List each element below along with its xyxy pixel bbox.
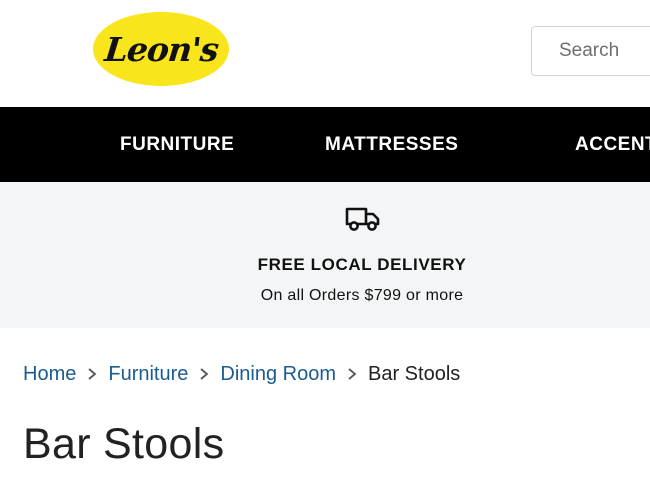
logo-text: Leon's: [102, 29, 220, 69]
main-nav: FURNITURE MATTRESSES ACCENTS: [0, 107, 650, 182]
breadcrumb-current: Bar Stools: [368, 362, 461, 385]
chevron-right-icon: [88, 368, 97, 380]
chevron-right-icon: [348, 368, 357, 380]
delivery-promo-banner: FREE LOCAL DELIVERY On all Orders $799 o…: [0, 182, 650, 328]
chevron-right-icon: [200, 368, 209, 380]
breadcrumb-dining-room[interactable]: Dining Room: [220, 363, 336, 386]
breadcrumb-furniture[interactable]: Furniture: [108, 363, 188, 386]
nav-item-furniture[interactable]: FURNITURE: [120, 107, 234, 182]
nav-item-mattresses[interactable]: MATTRESSES: [325, 107, 458, 182]
truck-icon: [345, 207, 380, 231]
breadcrumb-home[interactable]: Home: [23, 363, 76, 386]
site-header: Leon's: [0, 0, 650, 107]
search-input[interactable]: [531, 26, 650, 76]
nav-item-accents[interactable]: ACCENTS: [575, 107, 650, 182]
promo-title: FREE LOCAL DELIVERY: [257, 255, 467, 274]
leons-logo[interactable]: Leon's: [93, 12, 229, 86]
page-title: Bar Stools: [23, 420, 225, 468]
promo-subtitle: On all Orders $799 or more: [260, 287, 464, 304]
breadcrumb: Home Furniture Dining Room Bar Stools: [23, 361, 460, 387]
